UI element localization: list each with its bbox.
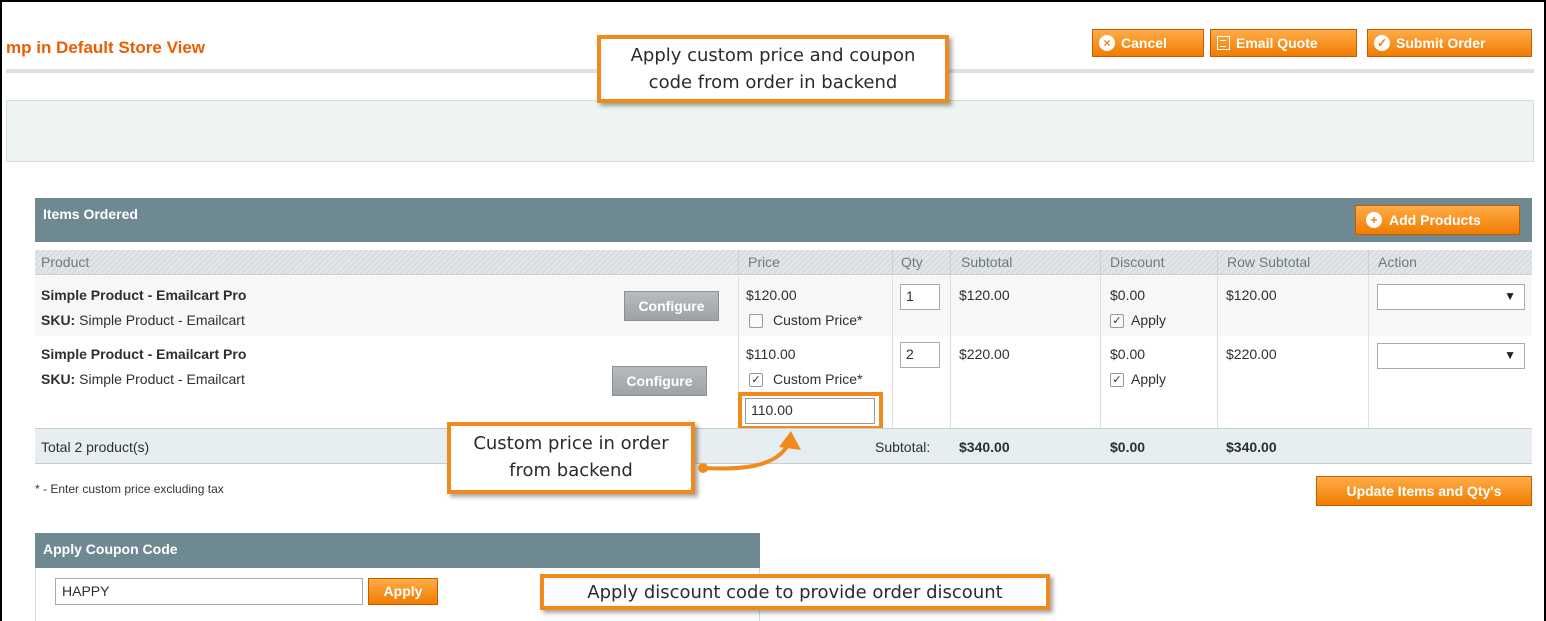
custom-price-note: * - Enter custom price excluding tax <box>35 482 224 496</box>
price-arrow <box>701 439 792 471</box>
apply-coupon-header: Apply Coupon Code <box>35 533 760 568</box>
price-arrow-tail <box>698 463 708 473</box>
price-arrow-head <box>779 431 801 450</box>
update-items-button[interactable]: Update Items and Qty's <box>1316 476 1532 506</box>
annotation-coupon-callout: Apply discount code to provide order dis… <box>540 574 1050 610</box>
coupon-code-input[interactable]: HAPPY <box>55 578 363 605</box>
annotation-coupon-text: Apply discount code to provide order dis… <box>587 582 1003 603</box>
apply-coupon-title: Apply Coupon Code <box>43 541 178 557</box>
annotation-arrows <box>445 431 801 609</box>
apply-coupon-button[interactable]: Apply <box>368 578 438 605</box>
